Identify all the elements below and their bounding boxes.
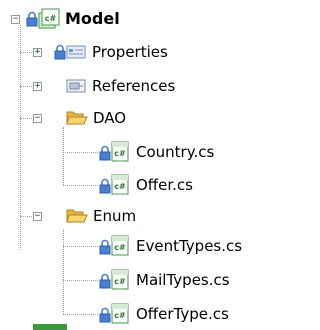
folder-open-icon (66, 209, 88, 223)
folder-open-icon (66, 111, 88, 125)
tree-node-label: Country.cs (136, 143, 215, 161)
svg-text:c#: c# (114, 182, 126, 191)
tree-node-label: DAO (93, 109, 127, 127)
collapse-expander[interactable]: − (33, 114, 42, 123)
tree-node-mailtypes-cs[interactable]: c# MailTypes.cs (0, 265, 280, 295)
csharp-file-icon: c# (111, 235, 129, 256)
lock-icon (26, 11, 38, 27)
tree-node-properties[interactable]: + Properties (0, 37, 230, 67)
tree-node-label: Model (65, 9, 120, 28)
tree-node-references[interactable]: + References (0, 71, 250, 101)
solution-explorer-tree: − c# Model + Properties + References − D… (0, 0, 319, 330)
tree-node-label: References (92, 77, 176, 95)
svg-text:c#: c# (114, 311, 126, 320)
tree-node-dao[interactable]: − DAO (0, 103, 180, 133)
tree-node-enum[interactable]: − Enum (0, 201, 180, 231)
collapse-expander[interactable]: − (11, 15, 20, 24)
tree-node-model[interactable]: − c# Model (0, 5, 170, 35)
lock-icon (54, 44, 66, 60)
csharp-file-icon: c# (111, 303, 129, 324)
tree-node-eventtypes-cs[interactable]: c# EventTypes.cs (0, 231, 319, 261)
csharp-file-icon: c# (111, 174, 129, 195)
csharp-project-icon: c# (38, 8, 60, 29)
svg-text:c#: c# (114, 277, 126, 286)
tree-node-label: OfferType.cs (136, 305, 229, 323)
partial-node-icon (33, 324, 67, 330)
tree-node-label: MailTypes.cs (136, 271, 230, 289)
svg-text:c#: c# (45, 14, 57, 23)
csharp-file-icon: c# (111, 141, 129, 162)
tree-node-label: Offer.cs (136, 176, 193, 194)
tree-node-label: Enum (93, 207, 137, 225)
tree-node-label: EventTypes.cs (136, 237, 243, 255)
csharp-file-icon: c# (111, 269, 129, 290)
properties-icon (66, 45, 86, 59)
svg-text:c#: c# (114, 149, 126, 158)
tree-node-country-cs[interactable]: c# Country.cs (0, 137, 240, 167)
tree-node-offer-cs[interactable]: c# Offer.cs (0, 170, 230, 200)
svg-text:c#: c# (114, 243, 126, 252)
references-icon (66, 79, 86, 93)
collapse-expander[interactable]: − (33, 212, 42, 221)
expand-expander[interactable]: + (33, 82, 42, 91)
tree-node-label: Properties (92, 43, 168, 61)
expand-expander[interactable]: + (33, 48, 42, 57)
